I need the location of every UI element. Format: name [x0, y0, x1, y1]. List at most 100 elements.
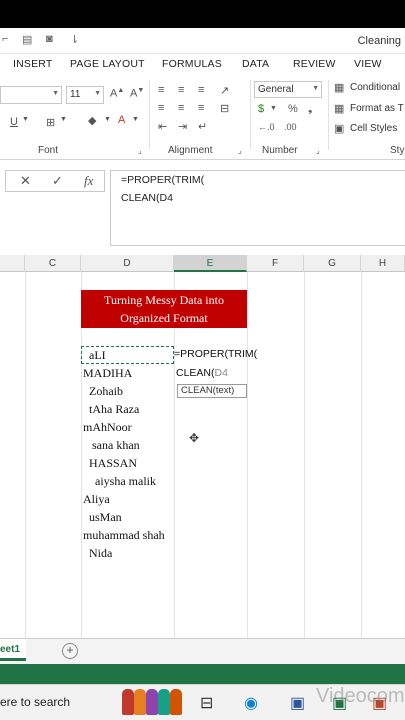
borders-icon[interactable]: ⊞ [46, 116, 55, 129]
add-sheet-icon[interactable]: + [62, 643, 78, 659]
edit-func-text: CLEAN( [176, 367, 215, 379]
edge-browser-icon[interactable]: ◉ [244, 693, 258, 713]
chevron-down-icon[interactable]: ▼ [60, 116, 67, 123]
cell-styles-icon[interactable]: ▣ [334, 122, 344, 135]
camera-icon[interactable]: ◙ [46, 33, 53, 45]
ribbon: ▼ 11 ▼ A▲ A▼ U ▼ ⊞ ▼ ◆ ▼ A ▼ Font ⌟ ≡ ≡ … [0, 76, 405, 160]
chevron-down-icon[interactable]: ▼ [22, 116, 29, 123]
font-size-value: 11 [70, 89, 81, 100]
formula-input[interactable]: =PROPER(TRIM( CLEAN(D4 [110, 170, 405, 246]
number-format-select[interactable]: General ▼ [254, 81, 322, 98]
cell-name[interactable]: aLI [83, 348, 106, 363]
column-header-f[interactable]: F [247, 255, 304, 272]
align-top-icon[interactable]: ≡ [158, 84, 164, 96]
wrap-text-icon[interactable]: ↵ [198, 120, 207, 133]
align-bottom-icon[interactable]: ≡ [198, 84, 204, 96]
underline-icon[interactable]: U [10, 116, 18, 128]
align-center-icon[interactable]: ≡ [178, 102, 184, 114]
conditional-formatting-icon[interactable]: ▦ [334, 81, 344, 94]
column-header-h[interactable]: H [361, 255, 405, 272]
title-banner[interactable]: Turning Messy Data into Organized Format [81, 290, 247, 328]
tab-formulas[interactable]: FORMULAS [162, 58, 222, 70]
excel-window: ⌐ ▤ ◙ ⇂ Cleaning INSERT PAGE LAYOUT FORM… [0, 0, 405, 720]
increase-indent-icon[interactable]: ⇥ [178, 120, 187, 133]
chevron-down-icon: ▼ [94, 90, 101, 97]
worksheet-grid[interactable]: Turning Messy Data into Organized Format… [0, 272, 405, 638]
column-header-c[interactable]: C [25, 255, 81, 272]
cell-name[interactable]: Aliya [83, 492, 110, 507]
column-header-b-partial[interactable] [0, 255, 25, 272]
conditional-formatting-button[interactable]: Conditional [350, 82, 400, 93]
editing-cell-line-2[interactable]: CLEAN(D4 [176, 367, 228, 379]
windows-taskbar: ere to search ⊟ ◉ ▣ ▣ ▣ Videocom [0, 684, 405, 720]
cell-name[interactable]: usMan [83, 510, 122, 525]
font-size-select[interactable]: 11 ▼ [66, 86, 104, 104]
align-right-icon[interactable]: ≡ [198, 102, 204, 114]
status-bar [0, 664, 405, 684]
task-view-icon[interactable]: ⊟ [200, 693, 213, 713]
sheet-tab-sheet1[interactable]: eet1 [0, 639, 26, 661]
cancel-icon[interactable]: ✕ [20, 173, 31, 189]
column-headers: C D E F G H [0, 255, 405, 272]
cell-styles-button[interactable]: Cell Styles [350, 123, 397, 134]
people-illustration-icon [120, 689, 184, 715]
decrease-decimal-icon[interactable]: .00 [284, 122, 297, 132]
tab-view[interactable]: VIEW [354, 58, 382, 70]
chevron-left-icon[interactable]: ⌐ [2, 33, 8, 45]
comma-style-icon[interactable]: ❟ [308, 103, 312, 116]
column-header-g[interactable]: G [304, 255, 361, 272]
group-number-label: Number [262, 145, 298, 156]
format-as-table-icon[interactable]: ▦ [334, 102, 344, 115]
fill-color-icon[interactable]: ◆ [88, 114, 96, 127]
customize-qat-icon[interactable]: ⇂ [70, 33, 79, 46]
gridline [247, 272, 248, 638]
chevron-down-icon[interactable]: ▼ [104, 116, 111, 123]
column-header-e[interactable]: E [174, 255, 247, 272]
orientation-icon[interactable]: ↗ [220, 84, 229, 97]
tab-page-layout[interactable]: PAGE LAYOUT [70, 58, 145, 70]
editing-cell-line-1[interactable]: =PROPER(TRIM( [174, 348, 257, 360]
chevron-down-icon: ▼ [52, 90, 59, 97]
decrease-indent-icon[interactable]: ⇤ [158, 120, 167, 133]
watermark: Videocom [316, 685, 405, 707]
font-color-icon[interactable]: A [118, 114, 125, 126]
tab-insert[interactable]: INSERT [13, 58, 53, 70]
dialog-launcher-icon[interactable]: ⌟ [138, 146, 142, 155]
currency-icon[interactable]: $ [258, 103, 264, 115]
font-name-select[interactable]: ▼ [0, 86, 62, 104]
top-black-bar [0, 0, 405, 28]
edit-ref-text: D4 [214, 367, 228, 379]
percent-icon[interactable]: % [288, 103, 298, 115]
cell-name[interactable]: aiysha malik [83, 474, 156, 489]
taskbar-search[interactable]: ere to search [0, 695, 70, 709]
cell-name[interactable]: HASSAN [83, 456, 137, 471]
cell-name[interactable]: tAha Raza [83, 402, 139, 417]
insert-function-icon[interactable]: fx [84, 173, 93, 189]
increase-decimal-icon[interactable]: ←.0 [258, 122, 275, 132]
column-header-d[interactable]: D [81, 255, 174, 272]
word-icon[interactable]: ▣ [290, 693, 305, 713]
form-icon[interactable]: ▤ [22, 33, 32, 46]
align-middle-icon[interactable]: ≡ [178, 84, 184, 96]
dialog-launcher-icon[interactable]: ⌟ [316, 146, 320, 155]
enter-icon[interactable]: ✓ [52, 173, 63, 189]
cell-name[interactable]: Nida [83, 546, 112, 561]
increase-font-icon[interactable]: A▲ [110, 87, 124, 100]
cell-name[interactable]: mAhNoor [83, 420, 132, 435]
tab-data[interactable]: DATA [242, 58, 269, 70]
chevron-down-icon[interactable]: ▼ [270, 105, 277, 112]
format-as-table-button[interactable]: Format as T [350, 103, 404, 114]
banner-line-1: Turning Messy Data into [104, 293, 224, 307]
decrease-font-icon[interactable]: A▼ [130, 87, 144, 100]
dialog-launcher-icon[interactable]: ⌟ [238, 146, 242, 155]
cell-name[interactable]: Zohaib [83, 384, 123, 399]
cell-name[interactable]: MADIHA [83, 366, 132, 381]
align-left-icon[interactable]: ≡ [158, 102, 164, 114]
tab-review[interactable]: REVIEW [293, 58, 336, 70]
cell-name[interactable]: muhammad shah [83, 528, 165, 543]
chevron-down-icon[interactable]: ▼ [132, 116, 139, 123]
gridline [25, 272, 26, 638]
function-tooltip[interactable]: CLEAN(text) [177, 384, 247, 398]
merge-center-icon[interactable]: ⊟ [220, 102, 229, 115]
cell-name[interactable]: sana khan [83, 438, 140, 453]
